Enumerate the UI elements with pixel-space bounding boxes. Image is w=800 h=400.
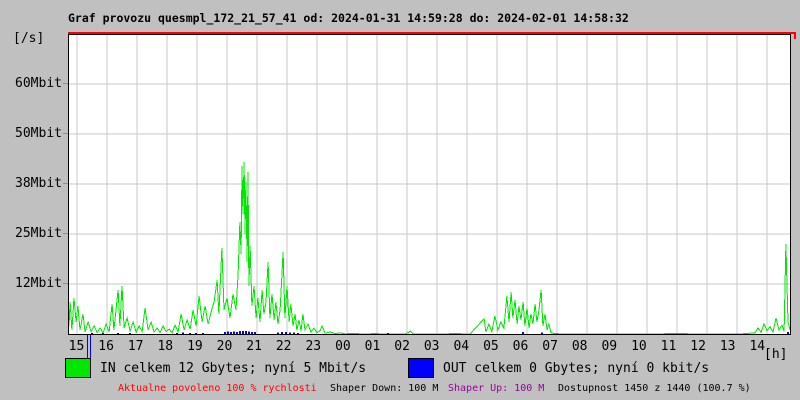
x-tick-label: 17 bbox=[127, 339, 144, 354]
traffic-chart bbox=[69, 35, 790, 334]
x-tick-label: 03 bbox=[423, 339, 440, 354]
out-traffic-bar bbox=[522, 332, 525, 334]
out-traffic-bar bbox=[226, 331, 229, 334]
y-tick-mark bbox=[63, 233, 68, 234]
x-tick-label: 18 bbox=[157, 339, 174, 354]
graph-title: Graf provozu quesmpl_172_21_57_41 od: 20… bbox=[68, 11, 629, 25]
plot-area bbox=[68, 34, 791, 335]
x-tick-label: 23 bbox=[305, 339, 322, 354]
y-tick-mark bbox=[63, 183, 68, 184]
out-traffic-bar bbox=[181, 332, 184, 334]
out-traffic-bar bbox=[787, 332, 789, 334]
x-tick-label: 21 bbox=[246, 339, 262, 354]
out-traffic-bar bbox=[223, 332, 226, 334]
y-tick-mark bbox=[63, 83, 68, 84]
out-traffic-bar bbox=[280, 332, 283, 334]
out-traffic-bar bbox=[541, 332, 543, 334]
out-traffic-bar bbox=[253, 332, 256, 334]
day-start-marker bbox=[87, 335, 91, 360]
out-traffic-bar bbox=[247, 331, 250, 334]
x-tick-label: 22 bbox=[275, 339, 292, 354]
x-tick-label: 01 bbox=[364, 339, 381, 354]
out-traffic-bar bbox=[277, 332, 279, 334]
out-traffic-bar bbox=[229, 332, 232, 334]
out-traffic-bar bbox=[387, 332, 390, 334]
x-tick-label: 02 bbox=[394, 339, 410, 354]
status-allowed-speed: Aktualne povoleno 100 % rychlosti bbox=[118, 383, 317, 394]
x-tick-label: 20 bbox=[216, 339, 233, 354]
x-tick-label: 13 bbox=[719, 339, 736, 354]
legend-out-swatch bbox=[408, 358, 434, 378]
out-traffic-bar bbox=[117, 332, 120, 334]
out-traffic-bar bbox=[189, 332, 192, 334]
out-traffic-bar bbox=[250, 332, 253, 334]
x-tick-label: 00 bbox=[335, 339, 351, 354]
x-tick-label: 06 bbox=[512, 339, 529, 354]
out-traffic-bar bbox=[244, 331, 247, 334]
out-traffic-bar bbox=[175, 332, 178, 334]
y-tick-mark bbox=[63, 283, 68, 284]
status-shaper-down: Shaper Down: 100 M bbox=[330, 383, 439, 394]
y-tick-label: 38Mbit bbox=[15, 176, 62, 191]
y-tick-label: 12Mbit bbox=[15, 276, 62, 291]
out-traffic-bar bbox=[129, 333, 132, 334]
out-traffic-bar bbox=[102, 333, 105, 334]
x-tick-label: 16 bbox=[98, 339, 114, 354]
out-traffic-bar bbox=[232, 331, 235, 334]
y-tick-label: 60Mbit bbox=[15, 76, 62, 91]
y-tick-label: 50Mbit bbox=[15, 126, 62, 141]
legend-out-label: OUT celkem 0 Gbytes; nyní 0 kbit/s bbox=[443, 361, 710, 376]
out-traffic-bar bbox=[285, 332, 288, 334]
out-traffic-bar bbox=[202, 332, 204, 334]
x-tick-label: 05 bbox=[483, 339, 499, 354]
out-traffic-bar bbox=[235, 332, 238, 334]
legend-in-label: IN celkem 12 Gbytes; nyní 5 Mbit/s bbox=[100, 361, 367, 376]
out-traffic-bar bbox=[195, 332, 198, 334]
y-axis-unit-label: [/s] bbox=[13, 31, 45, 46]
out-traffic-bar bbox=[238, 331, 241, 334]
x-tick-label: 11 bbox=[660, 339, 677, 354]
out-traffic-bar bbox=[292, 332, 295, 334]
legend-in-swatch bbox=[65, 358, 91, 378]
x-tick-label: 04 bbox=[453, 339, 470, 354]
out-traffic-bar bbox=[241, 330, 244, 334]
y-tick-label: 25Mbit bbox=[15, 226, 62, 241]
x-tick-label: 07 bbox=[542, 339, 558, 354]
x-tick-label: 08 bbox=[571, 339, 588, 354]
x-tick-label: 19 bbox=[187, 339, 203, 354]
out-traffic-bar bbox=[289, 332, 291, 334]
x-tick-label: 12 bbox=[690, 339, 706, 354]
x-axis-unit-label: [h] bbox=[764, 347, 788, 362]
traffic-graph-page: { "title": "Graf provozu quesmpl_172_21_… bbox=[0, 0, 800, 400]
status-shaper-up: Shaper Up: 100 M bbox=[448, 383, 545, 394]
y-tick-mark bbox=[63, 133, 68, 134]
out-traffic-bar bbox=[297, 332, 300, 334]
x-tick-label: 10 bbox=[631, 339, 647, 354]
limit-line-end-notch bbox=[794, 32, 796, 39]
out-traffic-bar bbox=[91, 333, 93, 334]
status-availability: Dostupnost 1450 z 1440 (100.7 %) bbox=[558, 383, 751, 394]
in-traffic-line bbox=[69, 161, 790, 334]
x-tick-label: 09 bbox=[601, 339, 618, 354]
